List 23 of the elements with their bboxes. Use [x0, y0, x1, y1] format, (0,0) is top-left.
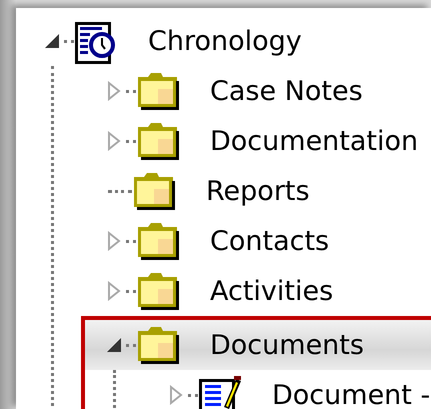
chronology-icon	[74, 21, 116, 65]
folder-icon	[132, 171, 178, 211]
tree-item-label[interactable]: Documentation	[206, 124, 422, 158]
tree-item-label[interactable]: Case Notes	[206, 74, 367, 108]
collapsed-arrow-icon[interactable]	[107, 281, 121, 301]
expanded-arrow-icon[interactable]	[106, 337, 122, 353]
collapsed-arrow-icon[interactable]	[107, 81, 121, 101]
tree-item-label[interactable]: Document -	[268, 378, 431, 409]
selected-row[interactable]: Documents	[85, 320, 431, 370]
folder-icon	[136, 121, 182, 161]
folder-icon	[136, 71, 182, 111]
expanded-arrow-icon[interactable]	[44, 33, 60, 49]
tree-item-label[interactable]: Chronology	[144, 24, 306, 58]
collapsed-arrow-icon[interactable]	[107, 131, 121, 151]
folder-icon	[136, 271, 182, 311]
collapsed-arrow-icon[interactable]	[169, 385, 183, 405]
folder-icon	[136, 325, 182, 365]
tree-item-label[interactable]: Documents	[206, 328, 368, 362]
collapsed-arrow-icon[interactable]	[107, 231, 121, 251]
folder-icon	[136, 221, 182, 261]
tree-item-label[interactable]: Reports	[202, 174, 314, 208]
tree-item-label[interactable]: Activities	[206, 274, 338, 308]
tree-item-label[interactable]: Contacts	[206, 224, 334, 258]
